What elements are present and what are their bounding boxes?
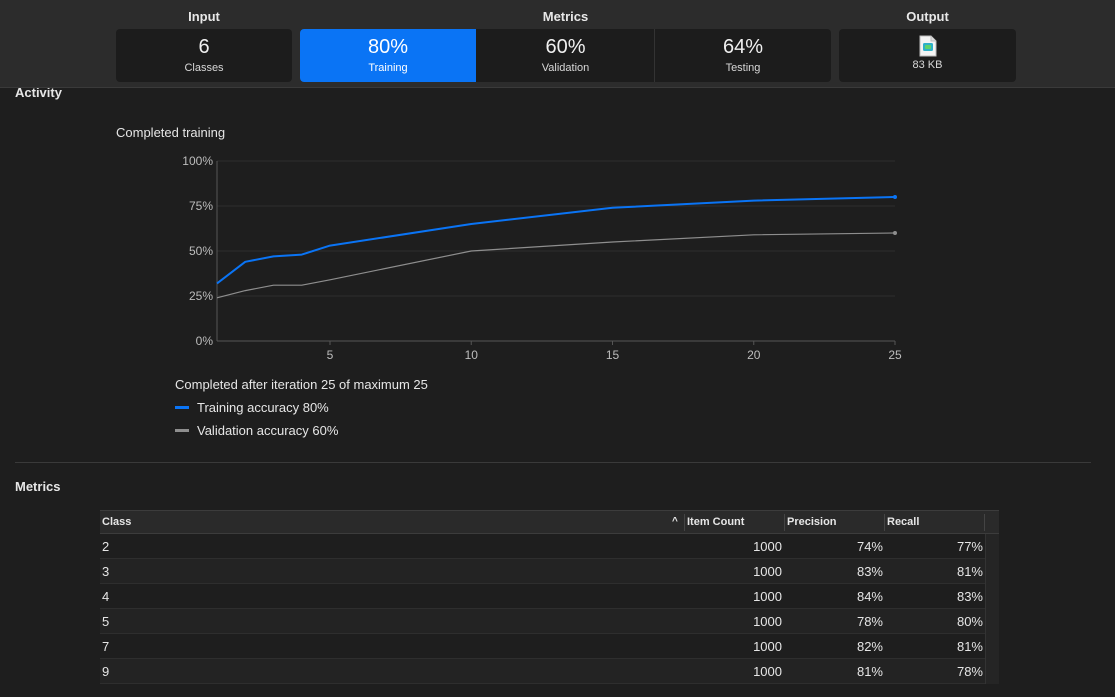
metrics-section-label: Metrics [542, 9, 589, 24]
validation-tile[interactable]: 60% Validation [477, 29, 654, 82]
cell-item-count: 1000 [753, 564, 782, 579]
y-tick-label: 75% [189, 199, 213, 213]
model-file-icon [919, 35, 936, 57]
validation-accuracy-line [216, 232, 896, 299]
training-accuracy-chart: 0% 25% 50% 75% 100% 5 10 15 20 25 [182, 154, 902, 362]
table-row[interactable]: 5 1000 78% 80% [100, 609, 999, 634]
column-header-class[interactable]: Class [102, 516, 131, 528]
table-header: Class ^ Item Count Precision Recall [100, 510, 999, 534]
cell-item-count: 1000 [753, 639, 782, 654]
legend-validation-label: Validation accuracy 60% [197, 423, 339, 438]
table-row[interactable]: 3 1000 83% 81% [100, 559, 999, 584]
testing-accuracy: 64% [722, 36, 764, 58]
column-header-precision[interactable]: Precision [787, 516, 837, 528]
cell-recall: 80% [956, 614, 983, 629]
cell-recall: 83% [956, 589, 983, 604]
training-caption: Training [368, 62, 408, 74]
training-accuracy-line [216, 196, 896, 285]
cell-precision: 81% [856, 664, 883, 679]
table-row[interactable]: 7 1000 82% 81% [100, 634, 999, 659]
table-scrollbar[interactable] [985, 534, 999, 684]
testing-caption: Testing [725, 62, 761, 74]
training-point [893, 195, 897, 199]
cell-class: 2 [102, 539, 110, 554]
column-header-item-count[interactable]: Item Count [687, 516, 744, 528]
validation-point [893, 231, 897, 235]
x-tick-label: 5 [327, 348, 334, 362]
cell-recall: 81% [956, 564, 983, 579]
column-separator[interactable] [784, 514, 785, 531]
x-tick-label: 25 [888, 348, 902, 362]
y-tick-label: 50% [189, 244, 213, 258]
output-size: 83 KB [912, 59, 943, 71]
cell-item-count: 1000 [753, 614, 782, 629]
x-tick-label: 20 [747, 348, 761, 362]
cell-class: 9 [102, 664, 110, 679]
completion-status: Completed after iteration 25 of maximum … [175, 377, 428, 392]
cell-precision: 82% [856, 639, 883, 654]
table-row[interactable]: 2 1000 74% 77% [100, 534, 999, 559]
x-tick-label: 15 [606, 348, 620, 362]
section-divider [15, 462, 1091, 463]
legend-training-swatch [175, 406, 189, 410]
legend-validation: Validation accuracy 60% [175, 423, 338, 438]
create-ml-window: Input Metrics Output 6 Classes 80% Train… [0, 0, 1115, 697]
column-separator[interactable] [884, 514, 885, 531]
sort-ascending-icon[interactable]: ^ [672, 516, 678, 527]
chart-title: Completed training [116, 125, 226, 140]
cell-recall: 77% [956, 539, 983, 554]
column-separator[interactable] [684, 514, 685, 531]
cell-item-count: 1000 [753, 664, 782, 679]
y-tick-label: 100% [182, 154, 213, 168]
cell-class: 7 [102, 639, 110, 654]
metrics-table: Class ^ Item Count Precision Recall 2 100… [100, 510, 999, 684]
y-tick-label: 0% [196, 334, 214, 348]
cell-precision: 78% [856, 614, 883, 629]
cell-item-count: 1000 [753, 589, 782, 604]
cell-recall: 81% [956, 639, 983, 654]
validation-accuracy: 60% [545, 36, 586, 58]
classes-tile[interactable]: 6 Classes [116, 29, 292, 82]
x-tick-label: 10 [465, 348, 479, 362]
testing-tile[interactable]: 64% Testing [655, 29, 831, 82]
table-body: 2 1000 74% 77% 3 1000 83% 81% 4 1000 84% 83% 5 1000 78… [100, 534, 999, 684]
legend-validation-swatch [175, 429, 189, 433]
cell-class: 5 [102, 614, 110, 629]
cell-item-count: 1000 [753, 539, 782, 554]
cell-precision: 83% [856, 564, 883, 579]
training-accuracy: 80% [367, 36, 409, 58]
validation-caption: Validation [541, 62, 590, 74]
classes-caption: Classes [184, 62, 224, 74]
cell-precision: 84% [856, 589, 883, 604]
y-tick-label: 25% [189, 289, 213, 303]
summary-bar: Input Metrics Output 6 Classes 80% Train… [0, 0, 1115, 88]
cell-class: 4 [102, 589, 110, 604]
classes-count: 6 [198, 36, 210, 58]
cell-recall: 78% [956, 664, 983, 679]
legend-training: Training accuracy 80% [175, 400, 329, 415]
legend-training-label: Training accuracy 80% [197, 400, 329, 415]
input-section-label: Input [188, 9, 220, 24]
column-header-recall[interactable]: Recall [887, 516, 919, 528]
cell-precision: 74% [856, 539, 883, 554]
training-tile[interactable]: 80% Training [300, 29, 476, 82]
table-row[interactable]: 4 1000 84% 83% [100, 584, 999, 609]
output-tile[interactable]: 83 KB [839, 29, 1016, 82]
output-section-label: Output [906, 9, 949, 24]
column-separator [984, 514, 985, 531]
metrics-heading: Metrics [15, 479, 61, 494]
table-row[interactable]: 9 1000 81% 78% [100, 659, 999, 684]
cell-class: 3 [102, 564, 110, 579]
